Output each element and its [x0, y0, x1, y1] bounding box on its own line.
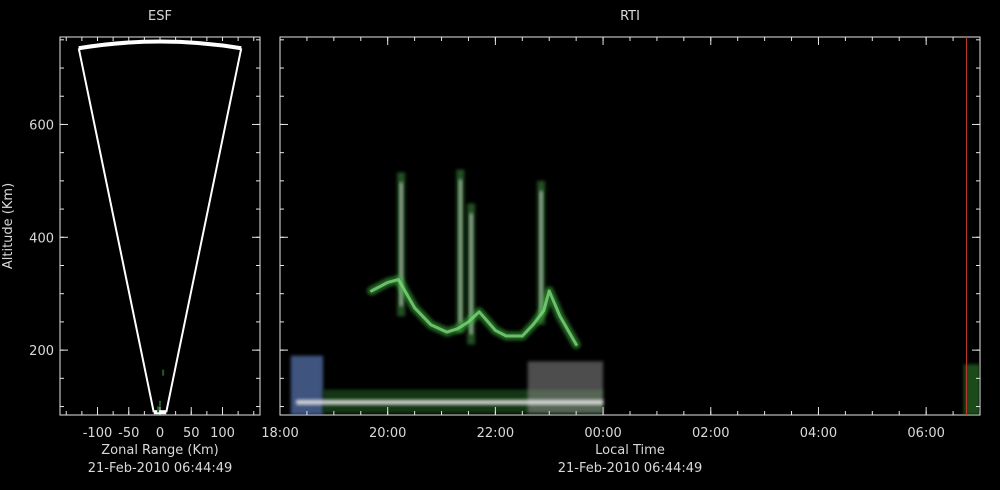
- esf-ticks: -100 -50 0 50 100 200 400 600: [29, 37, 260, 441]
- rti-echo-layer: [290, 37, 980, 415]
- esf-x-tick-label: 0: [156, 426, 164, 441]
- beam-left-edge: [77, 48, 155, 413]
- rti-x-tick-label: 00:00: [584, 426, 621, 441]
- esf-title: ESF: [148, 9, 172, 24]
- rti-x-tick-label: 22:00: [477, 426, 514, 441]
- esf-echo-point: [159, 400, 161, 407]
- esf-echo-point: [157, 406, 160, 413]
- esf-panel: ESF -100 -50 0 50 100 200 400 600 Altitude (Km)…: [1, 9, 261, 476]
- esf-echo-point: [162, 369, 165, 376]
- esf-x-tick-label: 100: [210, 426, 235, 441]
- rti-title: RTI: [620, 9, 640, 24]
- esf-x-tick-label: 50: [183, 426, 200, 441]
- rti-panel: RTI 18:00 20:00 22:00 00:00 02:00 04:00 06:00 …: [261, 9, 981, 476]
- rti-bottom-echo: [527, 361, 604, 414]
- rti-x-tick-label: 02:00: [692, 426, 729, 441]
- rti-bottom-echo: [290, 355, 324, 415]
- rti-marks: [290, 37, 980, 415]
- figure: ESF -100 -50 0 50 100 200 400 600 Altitude (Km)…: [1, 9, 981, 476]
- rti-timestamp: 21-Feb-2010 06:44:49: [558, 461, 703, 476]
- beam-right-edge: [165, 48, 243, 413]
- esf-y-axis-label: Altitude (Km): [1, 183, 16, 269]
- rti-ticks: 18:00 20:00 22:00 00:00 02:00 04:00 06:00: [261, 37, 981, 441]
- beam-top-arc: [78, 39, 242, 51]
- rti-x-tick-label: 06:00: [907, 426, 944, 441]
- rti-ground-streak: [296, 399, 604, 405]
- rti-x-tick-label: 20:00: [369, 426, 406, 441]
- rti-plume-core: [539, 190, 543, 315]
- esf-x-tick-label: -100: [83, 426, 113, 441]
- esf-y-tick-label: 600: [29, 118, 54, 133]
- rti-plume-core: [458, 179, 462, 324]
- esf-x-axis-label: Zonal Range (Km): [101, 443, 218, 458]
- rti-x-axis-label: Local Time: [595, 443, 665, 458]
- esf-x-tick-label: -50: [118, 426, 139, 441]
- esf-plot-area: [59, 36, 261, 416]
- rti-plot-area: [279, 36, 981, 416]
- rti-x-tick-label: 04:00: [800, 426, 837, 441]
- esf-y-tick-label: 400: [29, 231, 54, 246]
- esf-marks: [77, 39, 243, 415]
- esf-y-tick-label: 200: [29, 344, 54, 359]
- esf-timestamp: 21-Feb-2010 06:44:49: [88, 461, 233, 476]
- rti-x-tick-label: 18:00: [261, 426, 298, 441]
